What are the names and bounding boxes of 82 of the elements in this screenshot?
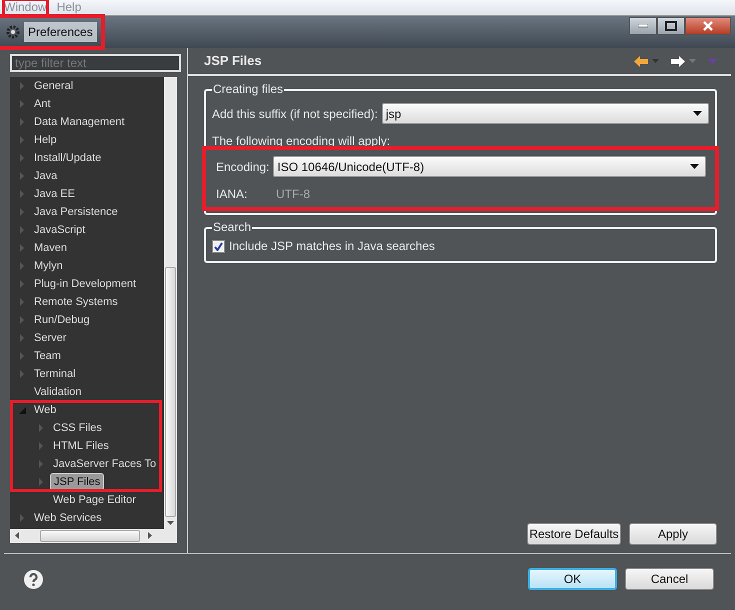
tree-item[interactable]: JavaScript (31, 222, 88, 238)
scroll-down-arrow-icon[interactable] (167, 521, 174, 525)
ok-button[interactable]: OK (528, 568, 617, 590)
minimize-button[interactable] (629, 17, 657, 35)
tree-item[interactable]: Run/Debug (31, 312, 93, 328)
collapsed-icon[interactable] (39, 478, 43, 486)
gear-icon (6, 25, 20, 39)
tree-item[interactable]: Terminal (31, 366, 79, 382)
scroll-right-arrow-icon[interactable] (148, 532, 152, 539)
window-title: Preferences (24, 22, 97, 42)
restore-defaults-button[interactable]: Restore Defaults (527, 523, 621, 545)
collapsed-icon[interactable] (20, 352, 24, 360)
tree-item[interactable]: Team (31, 348, 64, 364)
collapsed-icon[interactable] (20, 334, 24, 342)
tree-item[interactable]: Java EE (31, 186, 78, 202)
view-menu-icon[interactable] (708, 58, 717, 64)
field-label: IANA: (216, 186, 248, 203)
suffix-dropdown[interactable]: jsp (382, 103, 709, 124)
apply-button[interactable]: Apply (629, 523, 717, 545)
collapsed-icon[interactable] (20, 136, 24, 144)
expanded-icon[interactable] (18, 406, 26, 414)
close-button[interactable] (685, 17, 731, 35)
tree-item[interactable]: HTML Files (50, 438, 112, 454)
dropdown-caret-icon[interactable] (690, 164, 699, 169)
tree-item[interactable]: Server (31, 330, 70, 346)
tree-item[interactable]: Data Management (31, 114, 128, 130)
collapsed-icon[interactable] (20, 226, 24, 234)
close-icon (703, 21, 713, 31)
collapsed-icon[interactable] (20, 298, 24, 306)
page-title: JSP Files (204, 52, 262, 70)
tree-item[interactable]: CSS Files (50, 420, 105, 436)
collapsed-icon[interactable] (39, 460, 43, 468)
collapsed-icon[interactable] (20, 100, 24, 108)
tree-item[interactable]: General (31, 78, 76, 94)
tree-item[interactable]: Ant (31, 96, 54, 112)
tree-item[interactable]: Web Services (31, 510, 105, 526)
forward-arrow-icon[interactable] (671, 56, 685, 66)
collapsed-icon[interactable] (20, 190, 24, 198)
cancel-button[interactable]: Cancel (625, 568, 714, 590)
collapsed-icon[interactable] (39, 424, 43, 432)
horizontal-scrollbar[interactable] (10, 529, 177, 543)
collapsed-icon[interactable] (20, 244, 24, 252)
filter-field[interactable]: type filter text (10, 54, 181, 72)
collapsed-icon[interactable] (20, 172, 24, 180)
tree-item[interactable]: Validation (31, 384, 84, 400)
collapsed-icon[interactable] (20, 316, 24, 324)
checkbox-label: Include JSP matches in Java searches (229, 238, 435, 255)
collapsed-icon[interactable] (20, 280, 24, 288)
field-label: Encoding: (216, 158, 270, 176)
minimize-icon (638, 24, 648, 28)
tree-item[interactable]: JavaServer Faces To (50, 456, 160, 472)
collapsed-icon[interactable] (39, 442, 43, 450)
tree-item[interactable]: Remote Systems (31, 294, 121, 310)
dropdown-caret-icon[interactable] (693, 111, 702, 116)
tree-item[interactable]: Plug-in Development (31, 276, 140, 292)
collapsed-icon[interactable] (20, 370, 24, 378)
group-label: Creating files (212, 82, 284, 96)
collapsed-icon[interactable] (20, 514, 24, 522)
scroll-left-arrow-icon[interactable] (15, 532, 19, 539)
tree-item[interactable]: Java Persistence (31, 204, 121, 220)
collapsed-icon[interactable] (20, 208, 24, 216)
tree-item[interactable]: Java (31, 168, 60, 184)
tree-item[interactable]: Maven (31, 240, 70, 256)
collapsed-icon[interactable] (20, 118, 24, 126)
collapsed-icon[interactable] (20, 82, 24, 90)
help-icon[interactable] (24, 570, 43, 588)
field-value: UTF-8 (276, 186, 310, 203)
checkbox[interactable] (212, 240, 225, 252)
collapsed-icon[interactable] (20, 262, 24, 270)
collapsed-icon[interactable] (20, 154, 24, 162)
tree-item[interactable]: Mylyn (31, 258, 66, 274)
group-label: Search (212, 220, 252, 234)
vertical-scrollbar[interactable] (164, 77, 177, 529)
encoding-dropdown[interactable]: ISO 10646/Unicode(UTF-8) (273, 156, 706, 177)
tree-item[interactable]: Help (31, 132, 60, 148)
tree-item[interactable]: Web Page Editor (50, 492, 139, 508)
field-label: Add this suffix (if not specified): (212, 106, 378, 122)
tree-item[interactable]: Install/Update (31, 150, 104, 166)
maximize-button[interactable] (657, 17, 685, 35)
back-arrow-icon[interactable] (634, 56, 648, 66)
maximize-icon (665, 21, 677, 31)
tree-item[interactable]: Web (31, 402, 60, 418)
